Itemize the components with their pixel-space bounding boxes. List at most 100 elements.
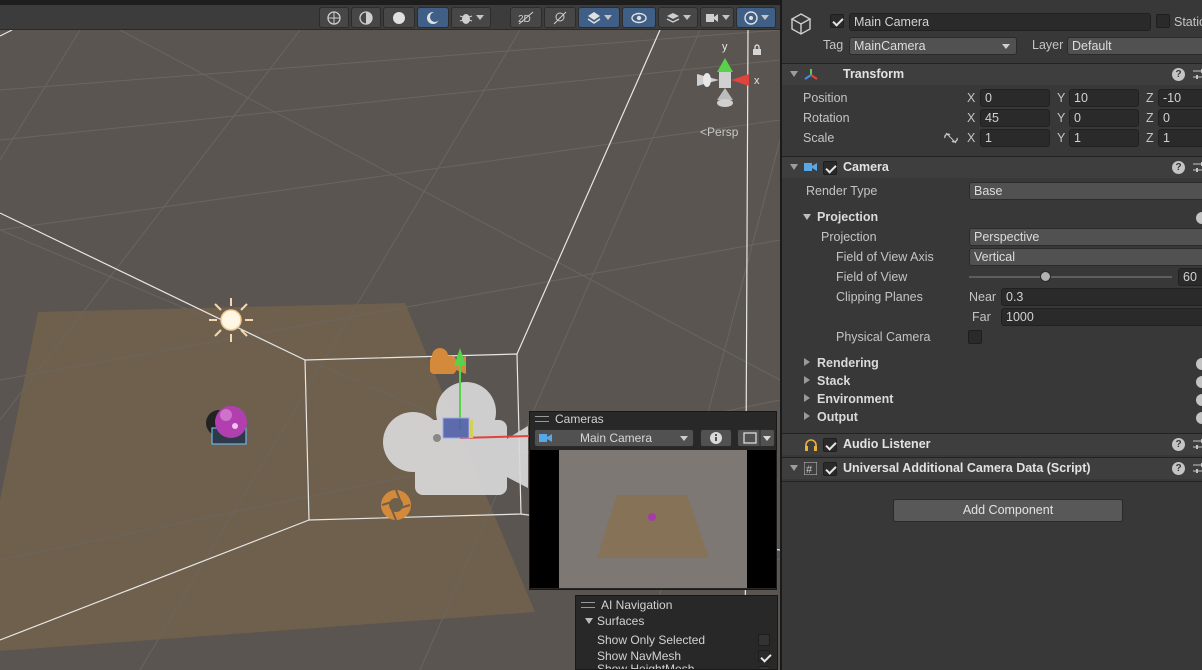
settings-sliders-icon[interactable] [1193, 462, 1202, 475]
drag-handle-icon[interactable] [581, 602, 595, 608]
near-clip-field[interactable]: 0.3 [1001, 288, 1202, 306]
help-icon[interactable] [1196, 394, 1202, 406]
additional-camera-data-header[interactable]: # Universal Additional Camera Data (Scri… [782, 457, 1202, 479]
inspector-panel: Main Camera Static Tag MainCamera Layer … [780, 0, 1202, 670]
layer-value: Default [1072, 39, 1112, 53]
link-broken-icon[interactable] [944, 132, 958, 144]
environment-section-title: Environment [817, 392, 894, 406]
object-name-field[interactable]: Main Camera [849, 13, 1151, 31]
fold-down-icon [585, 618, 593, 624]
ai-navigation-title[interactable]: AI Navigation [576, 597, 776, 613]
environment-foldout[interactable]: Environment [782, 390, 1202, 408]
projection-label[interactable]: <Persp [700, 125, 738, 139]
help-icon[interactable] [1196, 412, 1202, 424]
additional-data-enabled-checkbox[interactable] [823, 462, 837, 476]
position-x-field[interactable]: 0 [980, 89, 1050, 107]
help-icon[interactable]: ? [1172, 438, 1185, 451]
shading-mode-button[interactable] [351, 7, 381, 28]
help-icon[interactable]: ? [1172, 161, 1185, 174]
camera-select-dropdown[interactable]: Main Camera [534, 429, 694, 447]
tag-dropdown[interactable]: MainCamera [849, 37, 1017, 55]
stack-foldout[interactable]: Stack [782, 372, 1202, 390]
show-heightmesh-checkbox[interactable] [758, 666, 770, 669]
lock-icon[interactable] [752, 44, 762, 56]
settings-sliders-icon[interactable] [1193, 68, 1202, 81]
show-navmesh-checkbox[interactable] [758, 650, 770, 662]
scale-x-field[interactable]: 1 [980, 129, 1050, 147]
drag-handle-icon[interactable] [535, 416, 549, 422]
toggle-2d-button[interactable]: 2D [510, 7, 542, 28]
render-type-dropdown[interactable]: Base [969, 182, 1202, 200]
rotation-y-field[interactable]: 0 [1069, 109, 1139, 127]
scale-z-field[interactable]: 1 [1158, 129, 1202, 147]
show-only-selected-checkbox[interactable] [758, 634, 770, 646]
audio-listener-scene-icon[interactable] [381, 489, 411, 521]
cameras-overlay-title[interactable]: Cameras [530, 412, 776, 427]
far-clip-field[interactable]: 1000 [1001, 308, 1202, 326]
rotation-z-field[interactable]: 0 [1158, 109, 1202, 127]
settings-sliders-icon[interactable] [1193, 438, 1202, 451]
effects-toggle-button[interactable] [578, 7, 620, 28]
transform-header[interactable]: Transform ? [782, 63, 1202, 85]
rendering-foldout[interactable]: Rendering [782, 354, 1202, 372]
camera-info-button[interactable] [700, 429, 732, 447]
fold-down-icon [790, 465, 798, 471]
projection-section-title[interactable]: Projection [817, 210, 878, 224]
camera-component-header[interactable]: Camera ? [782, 156, 1202, 178]
fov-axis-dropdown[interactable]: Vertical [969, 248, 1202, 266]
audio-listener-header[interactable]: Audio Listener ? [782, 433, 1202, 455]
fold-right-icon [804, 394, 810, 402]
fov-slider-handle[interactable] [1039, 271, 1051, 282]
show-heightmesh-row[interactable]: Show HeightMesh [576, 662, 776, 669]
fov-value-field[interactable]: 60 [1178, 268, 1202, 286]
rotation-y-label: Y [1057, 111, 1066, 125]
position-y-field[interactable]: 10 [1069, 89, 1139, 107]
show-only-selected-row[interactable]: Show Only Selected [576, 632, 776, 648]
output-foldout[interactable]: Output [782, 408, 1202, 426]
camera-fit-button[interactable] [737, 429, 775, 447]
scene-layers-button[interactable] [658, 7, 698, 28]
projection-dropdown[interactable]: Perspective [969, 228, 1202, 246]
help-icon[interactable]: ? [1172, 462, 1185, 475]
directional-light-icon[interactable] [209, 298, 253, 342]
help-icon[interactable] [1196, 376, 1202, 388]
fov-label: Field of View [836, 270, 908, 284]
global-local-toggle-button[interactable] [319, 7, 349, 28]
active-checkbox[interactable] [830, 14, 844, 28]
scene-view[interactable]: y x 2D [0, 0, 780, 670]
cameras-overlay[interactable]: Cameras Main Camera [529, 411, 777, 590]
show-only-selected-label: Show Only Selected [597, 633, 706, 647]
settings-sliders-icon[interactable] [1193, 161, 1202, 174]
layer-dropdown[interactable]: Default [1067, 37, 1202, 55]
rotation-x-field[interactable]: 45 [980, 109, 1050, 127]
shaded-mode-button[interactable] [383, 7, 415, 28]
help-icon[interactable] [1196, 212, 1202, 224]
fov-axis-value: Vertical [974, 250, 1015, 264]
help-icon[interactable] [1196, 358, 1202, 370]
visibility-toggle-button[interactable] [622, 7, 656, 28]
chevron-down-icon [1002, 44, 1010, 49]
fold-down-icon[interactable] [803, 214, 811, 220]
position-z-field[interactable]: -10 [1158, 89, 1202, 107]
ai-navigation-overlay[interactable]: AI Navigation Surfaces Show Only Selecte… [575, 595, 778, 670]
add-component-button[interactable]: Add Component [893, 499, 1123, 522]
gameobject-cube-icon [790, 13, 812, 35]
audio-listener-enabled-checkbox[interactable] [823, 438, 837, 452]
debug-draw-mode-button[interactable] [451, 7, 491, 28]
rotation-x-label: X [967, 111, 976, 125]
scene-camera-button[interactable] [700, 7, 734, 28]
help-icon[interactable]: ? [1172, 68, 1185, 81]
lighting-mode-button[interactable] [417, 7, 449, 28]
fov-slider-track[interactable] [969, 276, 1172, 278]
physical-camera-checkbox[interactable] [968, 330, 982, 344]
camera-enabled-checkbox[interactable] [823, 161, 837, 175]
scale-y-field[interactable]: 1 [1069, 129, 1139, 147]
orientation-gizmo[interactable] [697, 58, 749, 107]
gizmos-toggle-button[interactable] [736, 7, 776, 28]
globe-icon [327, 10, 341, 25]
camera-preview-render [597, 495, 709, 558]
chevron-down-icon [682, 15, 691, 20]
toggle-lighting-button[interactable] [544, 7, 576, 28]
static-checkbox[interactable] [1156, 14, 1170, 28]
surfaces-foldout[interactable]: Surfaces [576, 613, 776, 629]
